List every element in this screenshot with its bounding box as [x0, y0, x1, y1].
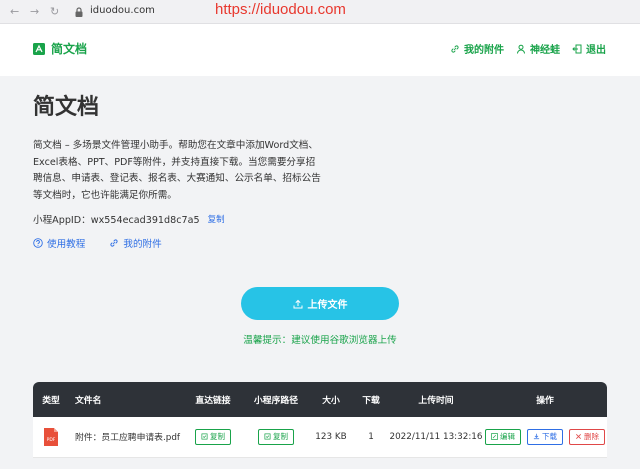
nav-my-attachments-label: 我的附件	[464, 45, 504, 56]
nav-logout[interactable]: 退出	[572, 41, 606, 56]
edit-label: 编辑	[500, 432, 515, 442]
link-icon	[451, 44, 459, 53]
actions-cell: 编辑 下载 删除	[483, 417, 607, 458]
header-upload-time: 上传时间	[389, 382, 483, 417]
file-table: 类型 文件名 直达链接 小程序路径 大小 下载 上传时间 操作 PDF 附件：员…	[33, 382, 607, 458]
nav-my-attachments[interactable]: 我的附件	[450, 41, 504, 56]
app-header: 简文档 我的附件 神经蛙 退出	[0, 24, 640, 76]
pdf-logo-icon	[33, 42, 45, 55]
edit-button[interactable]: 编辑	[485, 428, 521, 445]
tutorial-link[interactable]: 使用教程	[33, 236, 85, 250]
header-filename: 文件名	[69, 382, 183, 417]
browser-tip: 温馨提示：建议使用谷歌浏览器上传	[243, 335, 397, 346]
appid-row: 小程AppID：wx554ecad391d8c7a5 复制	[33, 212, 225, 226]
pdf-file-icon: PDF	[44, 427, 58, 446]
delete-button[interactable]: 删除	[569, 428, 605, 445]
download-button[interactable]: 下载	[527, 428, 563, 445]
tutorial-link-label: 使用教程	[47, 239, 86, 250]
table-header-row: 类型 文件名 直达链接 小程序路径 大小 下载 上传时间 操作	[33, 382, 607, 417]
miniprogram-path-cell: 复制	[243, 417, 309, 458]
header-nav: 我的附件 神经蛙 退出	[438, 41, 606, 56]
browser-toolbar: ← → ↻ iduodou.com https://iduodou.com	[0, 0, 640, 24]
appid-copy-link[interactable]: 复制	[208, 213, 225, 225]
back-arrow-icon[interactable]: ←	[10, 5, 19, 19]
copy-link-button[interactable]: 复制	[195, 428, 231, 445]
brand[interactable]: 简文档	[33, 40, 87, 57]
download-icon	[533, 433, 540, 440]
header-actions: 操作	[483, 382, 607, 417]
brand-name: 简文档	[51, 42, 88, 56]
page-title: 简文档	[33, 95, 100, 120]
upload-file-label: 上传文件	[307, 300, 348, 311]
filename-cell[interactable]: 附件：员工应聘申请表.pdf	[69, 417, 183, 458]
link-icon	[110, 239, 118, 247]
copy-path-label: 复制	[273, 432, 288, 442]
question-icon	[33, 238, 43, 248]
copy-icon	[201, 433, 208, 440]
reload-icon[interactable]: ↻	[50, 5, 59, 19]
file-type-cell: PDF	[33, 417, 69, 458]
header-miniprogram-path: 小程序路径	[243, 382, 309, 417]
header-type: 类型	[33, 382, 69, 417]
header-downloads: 下载	[353, 382, 389, 417]
user-icon	[517, 44, 525, 54]
header-direct-link: 直达链接	[183, 382, 243, 417]
table-row: PDF 附件：员工应聘申请表.pdf 复制 复制 123 KB 1 2022/1…	[33, 417, 607, 458]
copy-link-label: 复制	[210, 432, 225, 442]
address-bar-url[interactable]: iduodou.com	[90, 5, 155, 16]
direct-link-cell: 复制	[183, 417, 243, 458]
appid-label: 小程AppID：wx554ecad391d8c7a5	[33, 215, 200, 226]
forward-arrow-icon[interactable]: →	[30, 5, 39, 19]
delete-label: 删除	[584, 432, 599, 442]
edit-icon	[491, 433, 498, 441]
upload-icon	[293, 299, 302, 308]
downloads-cell: 1	[353, 417, 389, 458]
my-attachments-link-label: 我的附件	[123, 239, 162, 250]
intro-text: 简文档 – 多场景文件管理小助手。帮助您在文章中添加Word文档、Excel表格…	[33, 140, 321, 201]
quick-links: 使用教程 我的附件	[33, 236, 186, 250]
lock-icon	[75, 7, 83, 17]
copy-path-button[interactable]: 复制	[258, 428, 294, 445]
copy-icon	[264, 433, 271, 440]
close-icon	[576, 434, 581, 440]
download-label: 下载	[542, 432, 557, 442]
size-cell: 123 KB	[309, 417, 353, 458]
pdf-file-icon-label: PDF	[47, 437, 56, 443]
header-size: 大小	[309, 382, 353, 417]
my-attachments-link[interactable]: 我的附件	[109, 236, 162, 250]
upload-file-button[interactable]: 上传文件	[241, 287, 399, 320]
logout-icon	[572, 44, 582, 53]
watermark-text: https://iduodou.com	[215, 1, 346, 18]
nav-user[interactable]: 神经蛙	[516, 41, 560, 56]
nav-user-label: 神经蛙	[530, 45, 560, 56]
upload-time-cell: 2022/11/11 13:32:16	[389, 417, 483, 458]
nav-logout-label: 退出	[586, 45, 606, 56]
